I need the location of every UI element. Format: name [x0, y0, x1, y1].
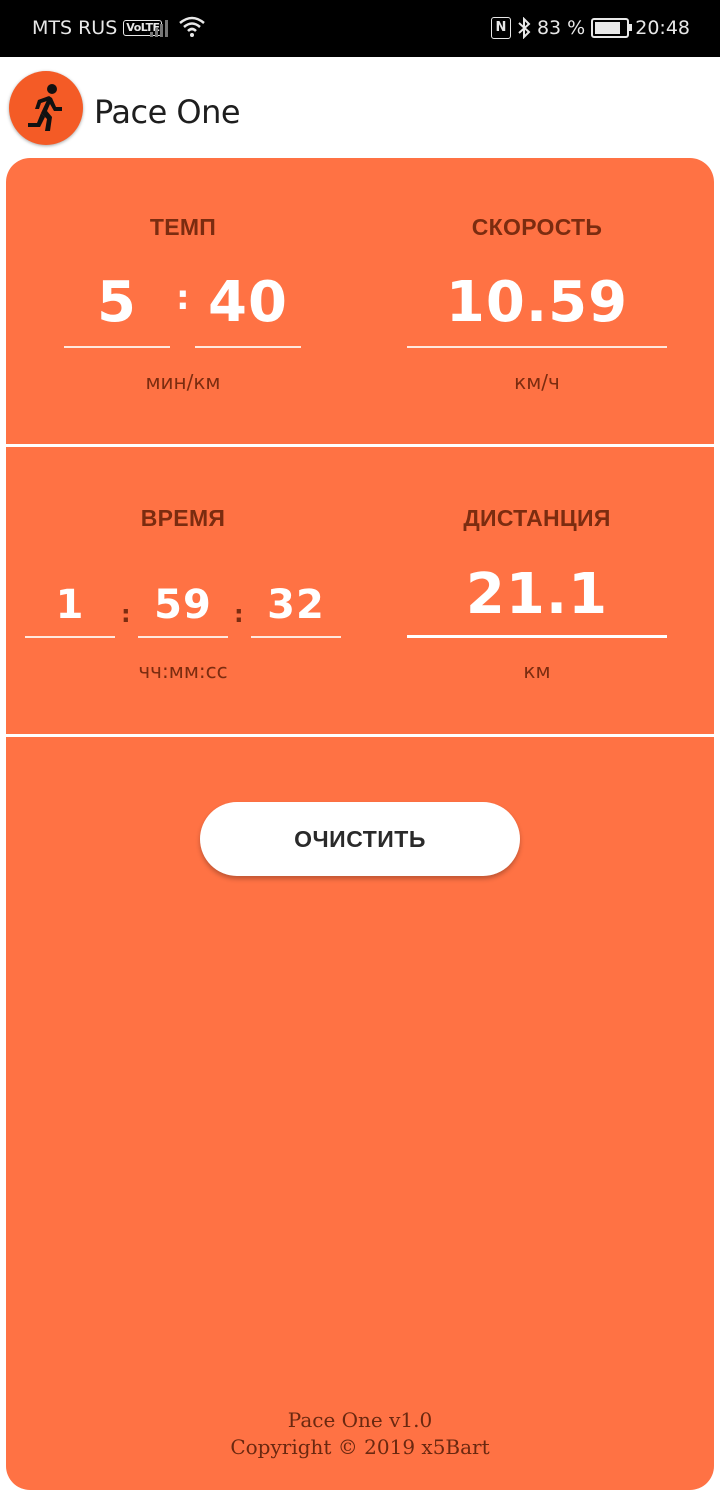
wifi-icon [179, 16, 205, 37]
speed-underline [407, 346, 667, 348]
pace-seconds-underline [195, 346, 301, 348]
signal-icon [150, 20, 168, 37]
divider-top [6, 444, 714, 447]
distance-underline [407, 635, 667, 638]
footer-copyright: Copyright © 2019 x5Bart [230, 1435, 490, 1459]
status-right: N 83 % 20:48 [490, 17, 690, 39]
carrier-name: MTS RUS [32, 17, 118, 39]
time-label: ВРЕМЯ [140, 505, 226, 531]
time-seconds-underline [251, 636, 341, 638]
distance-unit: км [523, 659, 551, 683]
battery-percent: 83 % [536, 17, 586, 39]
app-title: Pace One [94, 93, 241, 131]
calculator-card: ТЕМП 5 : 40 мин/км СКОРОСТЬ 10.59 км/ч В… [6, 158, 714, 1490]
time-minutes-underline [138, 636, 228, 638]
time-hours-input[interactable]: 1 [25, 582, 115, 628]
pace-label: ТЕМП [149, 214, 217, 240]
pace-minutes-input[interactable]: 5 [64, 270, 170, 335]
time-colon-2: : [234, 600, 244, 628]
time-unit: чч:мм:сс [138, 659, 228, 683]
distance-input[interactable]: 21.1 [407, 562, 667, 627]
bluetooth-icon [518, 17, 531, 39]
app-bar: Pace One [0, 57, 720, 157]
nfc-icon: N [490, 17, 511, 39]
status-left: MTS RUS VoLTE [32, 17, 163, 39]
pace-seconds-input[interactable]: 40 [195, 270, 301, 335]
time-minutes-input[interactable]: 59 [138, 582, 228, 628]
battery-icon [591, 18, 633, 38]
speed-input[interactable]: 10.59 [407, 270, 667, 335]
speed-label: СКОРОСТЬ [471, 214, 603, 240]
distance-label: ДИСТАНЦИЯ [463, 505, 611, 531]
time-hours-underline [25, 636, 115, 638]
clock: 20:48 [635, 17, 690, 39]
divider-bottom [6, 734, 714, 737]
pace-colon: : [176, 278, 190, 318]
time-colon-1: : [121, 600, 131, 628]
runner-icon [28, 84, 62, 131]
pace-unit: мин/км [145, 370, 221, 394]
status-bar: MTS RUS VoLTE N 83 % 20:48 [0, 0, 720, 57]
battery-fill [595, 22, 621, 34]
footer-version: Pace One v1.0 [287, 1408, 433, 1432]
pace-minutes-underline [64, 346, 170, 348]
speed-unit: км/ч [514, 370, 560, 394]
clear-button[interactable]: ОЧИСТИТЬ [200, 802, 520, 876]
time-seconds-input[interactable]: 32 [251, 582, 341, 628]
app-logo [9, 71, 83, 145]
